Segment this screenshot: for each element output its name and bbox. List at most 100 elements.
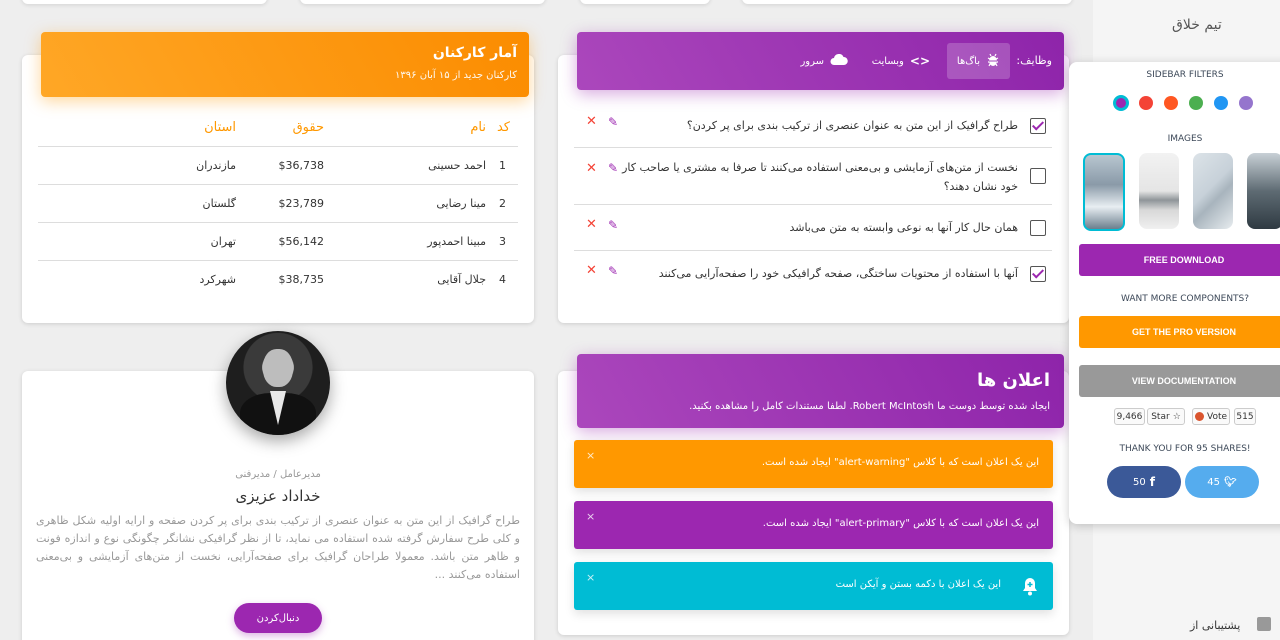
tasks-header: وظایف: باگ‌ها <> وبسایت سرور: [577, 32, 1064, 90]
close-icon[interactable]: ✕: [586, 114, 597, 129]
producthunt-icon: [1194, 412, 1204, 421]
cell-salary: $38,735: [278, 272, 325, 286]
table-row: 1 احمد حسینی $36,738 مازندران: [38, 146, 518, 185]
stats-subtitle: کارکنان جدید از ۱۵ آبان ۱۳۹۶: [395, 70, 517, 81]
cell-salary: $56,142: [236, 222, 416, 261]
sidebar-support-text: پشتیبانی از: [1190, 619, 1241, 632]
cell-name: جلال آقایی: [437, 272, 486, 286]
filter-blue[interactable]: [1214, 96, 1228, 110]
edit-icon[interactable]: ✎: [608, 264, 618, 278]
cell-province: شهرکرد: [199, 272, 236, 286]
filter-red[interactable]: [1139, 96, 1153, 110]
tab-website[interactable]: <> وبسایت: [872, 43, 930, 79]
cell-name: احمد حسینی: [416, 146, 486, 185]
close-icon[interactable]: ×: [586, 449, 595, 462]
twitter-icon: 🐦︎: [1224, 476, 1237, 488]
task-item: همان حال کار آنها به نوعی وابسته به متن …: [574, 217, 1052, 241]
filter-lavender[interactable]: [1239, 96, 1253, 110]
twitter-count: 45: [1207, 476, 1221, 488]
edit-icon[interactable]: ✎: [608, 161, 618, 175]
bug-icon: [986, 53, 1000, 70]
tab-bugs[interactable]: باگ‌ها: [946, 43, 1010, 79]
filter-purple[interactable]: [1114, 96, 1128, 110]
table-header-row: کد نام حقوق استان: [38, 110, 518, 147]
profile-name: خداداد عزیزی: [235, 487, 321, 505]
close-icon[interactable]: ✕: [586, 217, 597, 232]
edit-icon[interactable]: ✎: [608, 115, 618, 129]
cell-province: مازندران: [116, 146, 236, 185]
avatar-face: [263, 349, 293, 387]
profile-description: طراح گرافیک از این متن به عنوان عنصری از…: [36, 514, 520, 581]
filters-title: SIDEBAR FILTERS: [1146, 70, 1224, 80]
documentation-button[interactable]: VIEW DOCUMENTATION: [1079, 365, 1280, 397]
cloud-icon: [830, 53, 848, 69]
github-star-button[interactable]: Star ☆: [1147, 408, 1185, 425]
vote-label: Vote: [1206, 411, 1228, 422]
task-checkbox[interactable]: [1030, 266, 1046, 282]
task-text: طراح گرافیک از این متن به عنوان عنصری از…: [686, 119, 1018, 132]
free-download-button[interactable]: FREE DOWNLOAD: [1079, 244, 1280, 276]
pro-version-button[interactable]: GET THE PRO VERSION: [1079, 316, 1280, 348]
close-icon[interactable]: ×: [586, 571, 595, 584]
cell-id: 4: [499, 272, 506, 286]
cell-salary: $23,789: [236, 184, 416, 223]
bell-icon: [1021, 576, 1039, 599]
avatar: [226, 331, 330, 435]
edit-icon[interactable]: ✎: [608, 218, 618, 232]
tab-server[interactable]: سرور: [800, 43, 848, 79]
notifications-subtitle: ایجاد شده توسط دوست ما Robert McIntosh. …: [689, 401, 1050, 412]
alert-message: این یک اعلان است که با کلاس "alert-prima…: [762, 518, 1039, 529]
filter-green[interactable]: [1189, 96, 1203, 110]
sidebar-image-thumb[interactable]: [1193, 153, 1233, 229]
alert-primary: این یک اعلان است که با کلاس "alert-prima…: [574, 501, 1053, 549]
sidebar-brand[interactable]: تیم خلاق: [1172, 17, 1222, 33]
filter-orange[interactable]: [1164, 96, 1178, 110]
alert-info: این یک اعلان با دکمه بستن و آیکن است ×: [574, 562, 1053, 610]
cell-name: مینا رضایی: [416, 184, 486, 223]
top-card-stub: [742, 0, 1072, 4]
notifications-header: اعلان ها ایجاد شده توسط دوست ما Robert M…: [577, 354, 1064, 428]
task-text: همان حال کار آنها به نوعی وابسته به متن …: [789, 221, 1018, 234]
want-more-text: WANT MORE COMPONENTS?: [1120, 294, 1250, 304]
top-card-stub: [22, 0, 267, 4]
task-divider: [574, 204, 1052, 205]
tab-bugs-label: باگ‌ها: [956, 55, 980, 67]
alert-warning: این یک اعلان است که با کلاس "alert-warni…: [574, 440, 1053, 488]
task-text: آنها با استفاده از محتویات ساختگی، صفحه …: [658, 267, 1018, 280]
column-header: کد: [486, 110, 518, 147]
facebook-share-button[interactable]: 50 f: [1107, 466, 1181, 498]
close-icon[interactable]: ✕: [586, 161, 597, 176]
task-divider: [574, 147, 1052, 148]
support-icon: [1257, 617, 1271, 631]
sidebar-image-thumb[interactable]: [1139, 153, 1179, 229]
fixed-plugin-panel: [1069, 62, 1280, 524]
cell-province: گلستان: [116, 184, 236, 223]
close-icon[interactable]: ×: [586, 510, 595, 523]
column-header: نام: [416, 110, 486, 147]
shares-thanks-text: THANK YOU FOR 95 SHARES!: [1119, 444, 1251, 454]
task-divider: [574, 250, 1052, 251]
sidebar-image-thumb[interactable]: [1083, 153, 1125, 231]
images-title: IMAGES: [1167, 134, 1203, 144]
profile-role: مدیرعامل / مدیرفنی: [235, 469, 321, 480]
employee-table: کد نام حقوق استان 1 احمد حسینی $36,738 م…: [38, 110, 518, 298]
tab-website-label: وبسایت: [871, 55, 904, 67]
task-checkbox[interactable]: [1030, 220, 1046, 236]
vote-count: 515: [1234, 408, 1256, 425]
cell-salary: $36,738: [236, 146, 416, 185]
sidebar-image-thumb[interactable]: [1247, 153, 1280, 229]
alert-message: این یک اعلان است که با کلاس "alert-warni…: [761, 457, 1039, 468]
cell-id: 2: [486, 184, 518, 223]
task-checkbox[interactable]: [1030, 168, 1046, 184]
employee-stats-header: آمار کارکنان کارکنان جدید از ۱۵ آبان ۱۳۹…: [41, 32, 529, 97]
tasks-title: وظایف:: [1016, 54, 1052, 67]
follow-button[interactable]: دنبال‌کردن: [234, 603, 322, 633]
task-checkbox[interactable]: [1030, 118, 1046, 134]
producthunt-vote-button[interactable]: Vote: [1192, 408, 1230, 425]
top-card-stub: [300, 0, 545, 4]
table-row: 2 مینا رضایی $23,789 گلستان: [38, 184, 518, 223]
cell-province: تهران: [116, 222, 236, 261]
cell-name: مبینا احمدپور: [416, 222, 486, 261]
twitter-share-button[interactable]: 45 🐦︎: [1185, 466, 1259, 498]
close-icon[interactable]: ✕: [586, 263, 597, 278]
